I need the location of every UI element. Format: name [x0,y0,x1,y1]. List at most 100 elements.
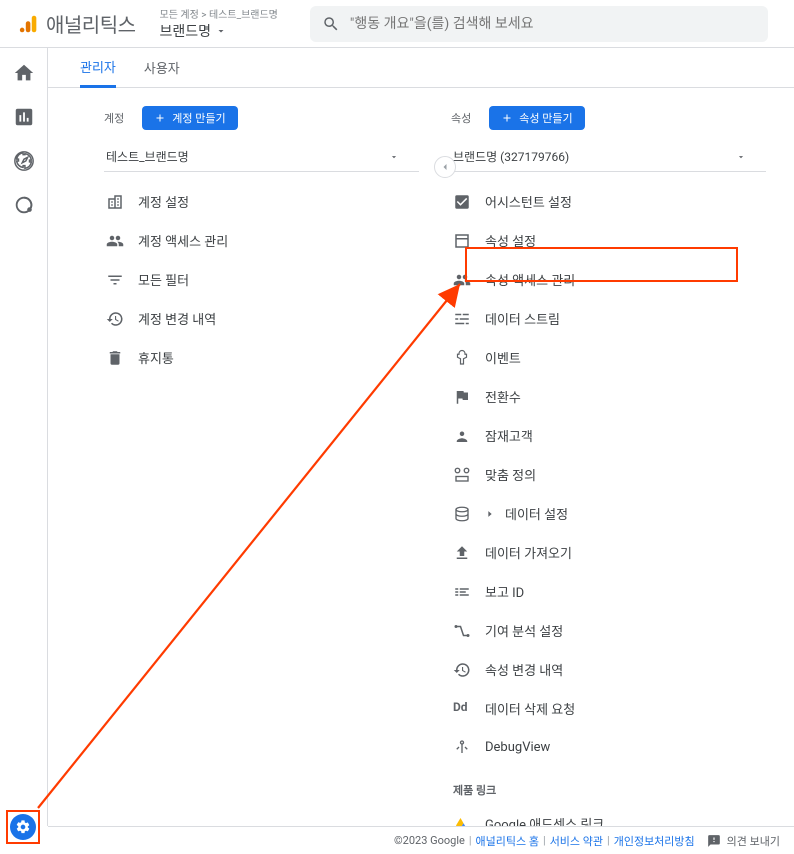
item-label: 속성 설정 [485,231,536,250]
home-icon[interactable] [13,62,35,84]
adsense-icon [453,815,471,827]
data-deletion[interactable]: Dd 데이터 삭제 요청 [451,689,766,728]
account-settings[interactable]: 계정 설정 [104,182,419,221]
breadcrumb: 모든 계정 > 테스트_브랜드명 [160,6,278,21]
plus-icon [501,112,513,124]
left-nav [0,48,48,826]
debug-icon [453,738,471,756]
caret-down-icon [389,152,399,162]
property-name: 브랜드명 [160,21,212,41]
product-logo[interactable]: 애널리틱스 [8,9,146,38]
tab-admin[interactable]: 관리자 [80,48,116,88]
event-icon [453,349,471,367]
footer-feedback[interactable]: 의견 보내기 [727,833,780,849]
create-account-label: 계정 만들기 [172,110,225,126]
people-icon [106,232,124,250]
conversions[interactable]: 전환수 [451,377,766,416]
property-access[interactable]: 속성 액세스 관리 [451,260,766,299]
history-icon [106,310,124,328]
account-change-history[interactable]: 계정 변경 내역 [104,299,419,338]
item-label: 보고 ID [485,582,524,601]
stack-icon [453,505,471,523]
create-property-button[interactable]: 속성 만들기 [489,106,584,130]
property-selected: 브랜드명 (327179766) [453,148,569,165]
assistant-setup[interactable]: 어시스턴트 설정 [451,182,766,221]
item-label: 휴지통 [138,348,174,367]
item-label: 데이터 삭제 요청 [485,699,575,718]
trash[interactable]: 휴지통 [104,338,419,377]
admin-tabs: 관리자 사용자 [48,48,794,88]
gear-icon [15,819,31,835]
top-bar: 애널리틱스 모든 계정 > 테스트_브랜드명 브랜드명 [0,0,794,48]
data-streams[interactable]: 데이터 스트림 [451,299,766,338]
item-label: 계정 설정 [138,192,189,211]
explore-icon[interactable] [13,150,35,172]
copyright: ©2023 Google [394,834,465,847]
feedback-icon [707,834,721,848]
item-label: 전환수 [485,387,521,406]
property-change-history[interactable]: 속성 변경 내역 [451,650,766,689]
create-account-button[interactable]: 계정 만들기 [142,106,237,130]
footer-home-link[interactable]: 애널리틱스 홈 [476,833,539,849]
item-label: Google 애드센스 링크 [485,814,604,826]
footer-tos-link[interactable]: 서비스 약관 [550,833,603,849]
column-collapse-toggle[interactable] [434,156,456,178]
account-column: 계정 계정 만들기 테스트_브랜드명 계정 설정 계정 액세스 관리 [104,106,419,826]
upload-icon [453,544,471,562]
property-settings[interactable]: 속성 설정 [451,221,766,260]
trash-icon [106,349,124,367]
item-label: 잠재고객 [485,426,533,445]
product-name: 애널리틱스 [46,9,136,38]
footer-privacy-link[interactable]: 개인정보처리방침 [614,833,695,849]
item-label: DebugView [485,740,550,755]
account-label: 계정 [104,110,124,126]
flag-icon [453,388,471,406]
chevron-left-icon [439,161,451,173]
item-label: 이벤트 [485,348,521,367]
search-icon [322,15,340,33]
account-selected: 테스트_브랜드명 [106,148,189,165]
id-icon [453,583,471,601]
item-label: 기여 분석 설정 [485,621,563,640]
property-dropdown[interactable]: 브랜드명 (327179766) [451,142,766,172]
create-property-label: 속성 만들기 [519,110,572,126]
item-label: 계정 액세스 관리 [138,231,228,250]
account-access[interactable]: 계정 액세스 관리 [104,221,419,260]
audience-icon [453,427,471,445]
search-input[interactable] [350,16,756,32]
analytics-logo-icon [18,13,40,35]
advertising-icon[interactable] [13,194,35,216]
sheet-icon [453,232,471,250]
item-label: 맞춤 정의 [485,465,536,484]
reporting-id[interactable]: 보고 ID [451,572,766,611]
plus-icon [154,112,166,124]
check-icon [453,193,471,211]
item-label: 데이터 설정 [505,504,568,523]
account-dropdown[interactable]: 테스트_브랜드명 [104,142,419,172]
reports-icon[interactable] [13,106,35,128]
chevron-right-icon [485,509,495,519]
custom-definitions[interactable]: 맞춤 정의 [451,455,766,494]
adsense-link[interactable]: Google 애드센스 링크 [451,804,766,826]
all-filters[interactable]: 모든 필터 [104,260,419,299]
tab-user[interactable]: 사용자 [144,48,180,87]
filter-icon [106,271,124,289]
caret-down-icon [215,25,227,37]
item-label: 속성 변경 내역 [485,660,563,679]
audiences[interactable]: 잠재고객 [451,416,766,455]
events[interactable]: 이벤트 [451,338,766,377]
people-icon [453,271,471,289]
admin-gear-button[interactable] [10,814,36,840]
data-settings[interactable]: 데이터 설정 [451,494,766,533]
property-selector[interactable]: 모든 계정 > 테스트_브랜드명 브랜드명 [146,6,292,41]
history-icon [453,661,471,679]
dd-icon: Dd [453,700,471,718]
main-area: 관리자 사용자 계정 계정 만들기 테스트_브랜드명 [48,48,794,826]
item-label: 데이터 스트림 [485,309,560,328]
data-import[interactable]: 데이터 가져오기 [451,533,766,572]
item-label: 속성 액세스 관리 [485,270,575,289]
path-icon [453,622,471,640]
attribution-settings[interactable]: 기여 분석 설정 [451,611,766,650]
debugview[interactable]: DebugView [451,728,766,766]
search-bar[interactable] [310,6,768,42]
